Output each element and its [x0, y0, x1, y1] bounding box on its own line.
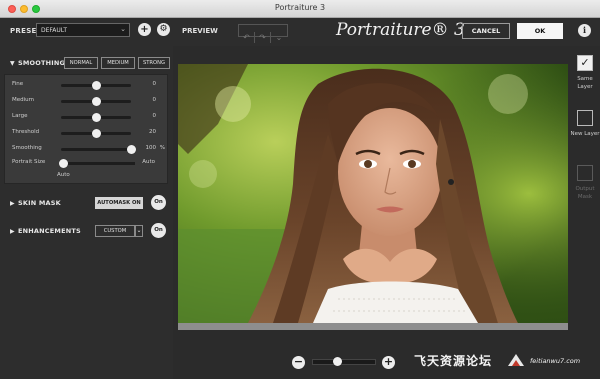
- app-brand: Portraiture® 3: [336, 20, 465, 40]
- smoothing-title: ▼ SMOOTHING: [10, 59, 65, 67]
- portrait-size-right-value: Auto: [142, 159, 155, 165]
- plus-icon: +: [383, 355, 394, 368]
- portrait-size-knob[interactable]: [59, 159, 68, 168]
- slider-row-smoothing: Smoothing 100%: [5, 143, 169, 155]
- slider-label: Medium: [12, 97, 34, 103]
- zoom-knob[interactable]: [332, 357, 342, 366]
- automask-button[interactable]: AUTOMASK ON: [95, 197, 143, 209]
- slider-row-fine: Fine 0: [5, 79, 169, 91]
- slider-value: 20: [149, 129, 156, 135]
- portrait-image: [178, 64, 568, 323]
- triangle-right-icon: ▶: [10, 228, 15, 235]
- portrait-size-label: Portrait Size: [12, 159, 46, 165]
- info-icon: i: [582, 25, 587, 35]
- slider-knob[interactable]: [92, 81, 101, 90]
- new-layer-checkbox[interactable]: [577, 110, 593, 126]
- slider-knob[interactable]: [127, 145, 136, 154]
- watermark-text: 飞天资源论坛: [414, 354, 493, 368]
- portrait-size-left-value: Auto: [57, 172, 70, 178]
- enhancements-toggle[interactable]: On: [151, 223, 166, 238]
- cancel-button[interactable]: CANCEL: [462, 23, 510, 39]
- portrait-photo: [178, 64, 568, 323]
- minus-icon: −: [293, 355, 304, 368]
- slider-row-large: Large 0: [5, 111, 169, 123]
- checkmark-icon: ✓: [580, 56, 590, 69]
- slider-unit: %: [159, 145, 165, 151]
- slider-value: 0: [152, 113, 157, 119]
- enhancements-section-header[interactable]: ▶ ENHANCEMENTS CUSTOM ⌄ On: [0, 222, 173, 240]
- enhancements-preset-dropdown[interactable]: CUSTOM: [95, 225, 135, 237]
- title-bar: Portraiture 3: [0, 0, 600, 18]
- slider-knob[interactable]: [92, 129, 101, 138]
- gear-icon: ⚙: [159, 24, 168, 34]
- slider-knob[interactable]: [92, 113, 101, 122]
- slider-track[interactable]: [61, 81, 131, 90]
- slider-value: 0: [152, 97, 157, 103]
- enhancements-title-text: ENHANCEMENTS: [18, 227, 81, 235]
- slider-label: Smoothing: [12, 145, 42, 151]
- zoom-slider[interactable]: [312, 357, 376, 366]
- slider-label: Large: [12, 113, 28, 119]
- slider-label: Threshold: [12, 129, 40, 135]
- new-layer-label: New Layer: [570, 131, 600, 137]
- same-layer-label: Same Layer: [577, 76, 593, 90]
- chevron-down-icon: ⌄: [120, 25, 126, 33]
- same-layer-checkbox[interactable]: ✓: [577, 55, 593, 71]
- redo-icon[interactable]: ↷: [255, 32, 271, 43]
- output-mask-label: Output Mask: [575, 186, 595, 200]
- settings-button[interactable]: ⚙: [157, 23, 170, 36]
- watermark-url: feitianwu7.com: [530, 357, 581, 365]
- slider-row-threshold: Threshold 20: [5, 127, 169, 139]
- preview-label: PREVIEW: [182, 27, 218, 35]
- slider-value: 0: [152, 81, 157, 87]
- slider-track[interactable]: [61, 145, 136, 154]
- window-title: Portraiture 3: [274, 3, 326, 12]
- watermark-logo-icon: [508, 354, 524, 366]
- slider-track[interactable]: [61, 113, 131, 122]
- skin-mask-title: ▶ SKIN MASK: [10, 199, 61, 207]
- preset-dropdown[interactable]: DEFAULT ⌄: [36, 23, 130, 37]
- smoothing-title-text: SMOOTHING: [18, 59, 66, 67]
- undo-icon[interactable]: ↶: [239, 32, 255, 43]
- enhancements-title: ▶ ENHANCEMENTS: [10, 227, 81, 235]
- mode-strong-button[interactable]: STRONG: [138, 57, 170, 69]
- output-mask-checkbox[interactable]: [577, 165, 593, 181]
- zoom-out-button[interactable]: −: [292, 356, 305, 369]
- slider-label: Fine: [12, 81, 24, 87]
- smoothing-sliders: Fine 0 Medium 0 Large 0 Threshold 20 Smoothing 10…: [4, 74, 168, 184]
- slider-track[interactable]: [61, 97, 131, 106]
- preset-value: DEFAULT: [41, 27, 67, 34]
- mode-normal-button[interactable]: NORMAL: [64, 57, 98, 69]
- history-controls: ↶ ↷ ⌄: [238, 24, 288, 43]
- zoom-in-button[interactable]: +: [382, 356, 395, 369]
- slider-row-medium: Medium 0: [5, 95, 169, 107]
- plus-icon: +: [140, 24, 149, 35]
- top-toolbar: PRESET DEFAULT ⌄ + ⚙ PREVIEW ↶ ↷ ⌄ Portrai…: [0, 18, 600, 46]
- slider-track[interactable]: [61, 129, 131, 138]
- triangle-right-icon: ▶: [10, 200, 15, 207]
- info-button[interactable]: i: [578, 24, 591, 37]
- slider-knob[interactable]: [92, 97, 101, 106]
- skin-mask-title-text: SKIN MASK: [18, 199, 61, 207]
- slider-value: 100: [145, 145, 157, 151]
- portrait-size-slider[interactable]: [59, 159, 135, 168]
- skin-mask-section-header[interactable]: ▶ SKIN MASK AUTOMASK ON On: [0, 194, 173, 212]
- history-chevron-icon[interactable]: ⌄: [271, 32, 287, 43]
- preview-area[interactable]: [178, 64, 568, 330]
- ok-button[interactable]: OK: [517, 23, 563, 39]
- portrait-size-row: Portrait Size Auto: [5, 157, 169, 169]
- smoothing-section-header[interactable]: ▼ SMOOTHING NORMAL MEDIUM STRONG: [0, 54, 173, 72]
- settings-panel: ▼ SMOOTHING NORMAL MEDIUM STRONG Fine 0 Med…: [0, 46, 173, 379]
- chevron-updown-icon[interactable]: ⌄: [135, 225, 143, 237]
- mode-medium-button[interactable]: MEDIUM: [101, 57, 135, 69]
- triangle-down-icon: ▼: [10, 60, 15, 67]
- add-preset-button[interactable]: +: [138, 23, 151, 36]
- skin-mask-toggle[interactable]: On: [151, 195, 166, 210]
